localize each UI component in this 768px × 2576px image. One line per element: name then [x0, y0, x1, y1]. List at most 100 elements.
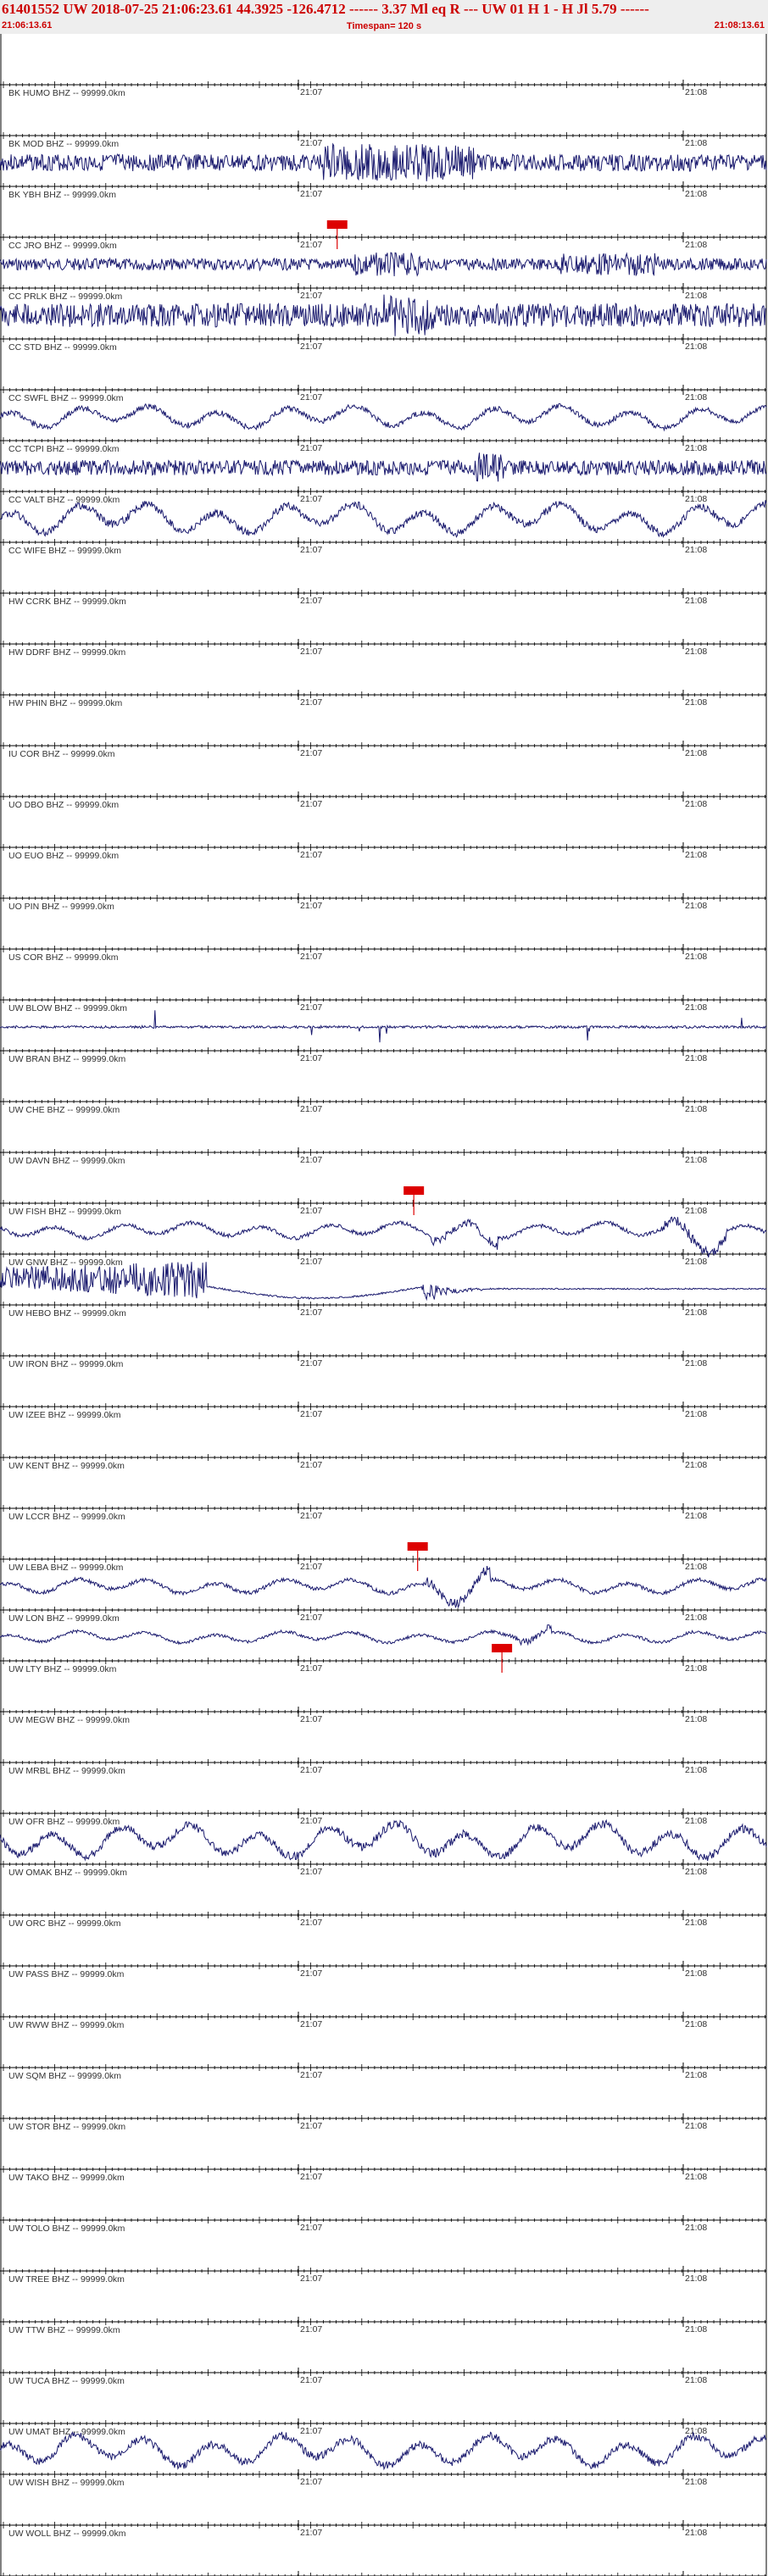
channel-label: UW IZEE BHZ -- 99999.0km [8, 1410, 121, 1420]
minute-tick-label: 21:08 [685, 1002, 707, 1013]
minute-tick-label: 21:08 [685, 443, 707, 453]
channel-label: UW MEGW BHZ -- 99999.0km [8, 1715, 130, 1725]
channel-label: UW DAVN BHZ -- 99999.0km [8, 1156, 125, 1166]
channel-label: CC STD BHZ -- 99999.0km [8, 342, 117, 353]
minute-tick-label: 21:08 [685, 2019, 707, 2029]
channel-label: UW MRBL BHZ -- 99999.0km [8, 1766, 125, 1776]
minute-tick-label: 21:07 [300, 138, 322, 148]
channel-label: UW LTY BHZ -- 99999.0km [8, 1664, 117, 1674]
channel-label: BK YBH BHZ -- 99999.0km [8, 190, 116, 200]
channel-label: BK MOD BHZ -- 99999.0km [8, 139, 119, 149]
channel-label: CC TCPI BHZ -- 99999.0km [8, 444, 120, 454]
minute-tick-label: 21:07 [300, 697, 322, 708]
channel-label: UO DBO BHZ -- 99999.0km [8, 800, 119, 810]
channel-label: IU COR BHZ -- 99999.0km [8, 749, 115, 759]
minute-tick-label: 21:07 [300, 1918, 322, 1928]
minute-tick-label: 21:07 [300, 1257, 322, 1267]
minute-tick-label: 21:07 [300, 1816, 322, 1826]
waveform-trace [0, 452, 767, 482]
channel-label: UW PASS BHZ -- 99999.0km [8, 1969, 125, 1979]
channel-label: UW LEBA BHZ -- 99999.0km [8, 1563, 124, 1573]
minute-tick-label: 21:07 [300, 1867, 322, 1877]
seismogram-plot: 21:07 21:08 BK HUMO BHZ -- 99999.0km 21:07 2… [0, 34, 767, 2576]
minute-tick-label: 21:07 [300, 1968, 322, 1979]
channel-label: CC SWFL BHZ -- 99999.0km [8, 393, 124, 403]
channel-label: UW ORC BHZ -- 99999.0km [8, 1918, 121, 1929]
minute-tick-label: 21:07 [300, 596, 322, 606]
channel-label: UW LCCR BHZ -- 99999.0km [8, 1512, 125, 1522]
minute-tick-label: 21:08 [685, 1613, 707, 1623]
minute-tick-label: 21:07 [300, 1002, 322, 1013]
channel-label: UW RWW BHZ -- 99999.0km [8, 2020, 125, 2030]
minute-tick-label: 21:08 [685, 189, 707, 199]
minute-tick-label: 21:07 [300, 1765, 322, 1775]
waveform-trace [0, 1216, 767, 1258]
minute-tick-label: 21:08 [685, 1765, 707, 1775]
minute-tick-label: 21:07 [300, 952, 322, 962]
channel-label: HW PHIN BHZ -- 99999.0km [8, 698, 122, 708]
channel-label: BK HUMO BHZ -- 99999.0km [8, 88, 125, 98]
minute-tick-label: 21:07 [300, 1460, 322, 1470]
channel-label: HW CCRK BHZ -- 99999.0km [8, 597, 126, 607]
minute-tick-label: 21:08 [685, 138, 707, 148]
minute-tick-label: 21:08 [685, 952, 707, 962]
channel-label: UW OFR BHZ -- 99999.0km [8, 1817, 120, 1827]
minute-tick-label: 21:08 [685, 697, 707, 708]
minute-tick-label: 21:08 [685, 240, 707, 250]
minute-tick-label: 21:07 [300, 1053, 322, 1063]
minute-tick-label: 21:07 [300, 1511, 322, 1521]
minute-tick-label: 21:07 [300, 1155, 322, 1165]
channel-label: UW HEBO BHZ -- 99999.0km [8, 1308, 126, 1319]
minute-tick-label: 21:08 [685, 545, 707, 555]
minute-tick-label: 21:07 [300, 87, 322, 97]
minute-tick-label: 21:08 [685, 1918, 707, 1928]
channel-label: UW LON BHZ -- 99999.0km [8, 1613, 120, 1624]
minute-tick-label: 21:07 [300, 1714, 322, 1724]
minute-tick-label: 21:08 [685, 1816, 707, 1826]
minute-tick-label: 21:07 [300, 291, 322, 301]
channel-label: UO EUO BHZ -- 99999.0km [8, 851, 119, 861]
minute-tick-label: 21:08 [685, 1409, 707, 1419]
waveform-trace [0, 142, 767, 181]
minute-tick-label: 21:08 [685, 1714, 707, 1724]
minute-tick-label: 21:07 [300, 189, 322, 199]
minute-tick-label: 21:08 [685, 1307, 707, 1318]
minute-tick-label: 21:08 [685, 1053, 707, 1063]
channel-label: CC VALT BHZ -- 99999.0km [8, 495, 120, 505]
minute-tick-label: 21:07 [300, 545, 322, 555]
channel-label: UO PIN BHZ -- 99999.0km [8, 902, 114, 912]
minute-tick-label: 21:08 [685, 1460, 707, 1470]
minute-tick-label: 21:08 [685, 1968, 707, 1979]
minute-tick-label: 21:08 [685, 647, 707, 657]
minute-tick-label: 21:07 [300, 1409, 322, 1419]
channel-label: UW BRAN BHZ -- 99999.0km [8, 1054, 126, 1064]
minute-tick-label: 21:08 [685, 748, 707, 758]
minute-tick-label: 21:08 [685, 1155, 707, 1165]
minute-tick-label: 21:07 [300, 901, 322, 911]
minute-tick-label: 21:08 [685, 901, 707, 911]
channel-label: UW IRON BHZ -- 99999.0km [8, 1359, 124, 1369]
waveform-trace [0, 402, 767, 432]
minute-tick-label: 21:07 [300, 392, 322, 402]
waveform-trace [0, 500, 767, 538]
minute-tick-label: 21:08 [685, 1867, 707, 1877]
minute-tick-label: 21:07 [300, 1358, 322, 1368]
waveform-trace [0, 1624, 767, 1646]
minute-tick-label: 21:08 [685, 392, 707, 402]
minute-tick-label: 21:08 [685, 291, 707, 301]
minute-tick-label: 21:08 [685, 1511, 707, 1521]
minute-tick-label: 21:08 [685, 87, 707, 97]
minute-tick-label: 21:07 [300, 1663, 322, 1674]
minute-tick-label: 21:07 [300, 240, 322, 250]
waveform-trace [0, 1262, 767, 1302]
minute-tick-label: 21:07 [300, 1562, 322, 1572]
minute-tick-label: 21:07 [300, 341, 322, 352]
minute-tick-label: 21:08 [685, 1257, 707, 1267]
channel-label: UW CHE BHZ -- 99999.0km [8, 1105, 120, 1115]
minute-tick-label: 21:08 [685, 1663, 707, 1674]
minute-tick-label: 21:08 [685, 1104, 707, 1114]
minute-tick-label: 21:07 [300, 1206, 322, 1216]
minute-tick-label: 21:07 [300, 2019, 322, 2029]
channel-label: HW DDRF BHZ -- 99999.0km [8, 647, 126, 658]
waveform-trace [0, 252, 767, 277]
